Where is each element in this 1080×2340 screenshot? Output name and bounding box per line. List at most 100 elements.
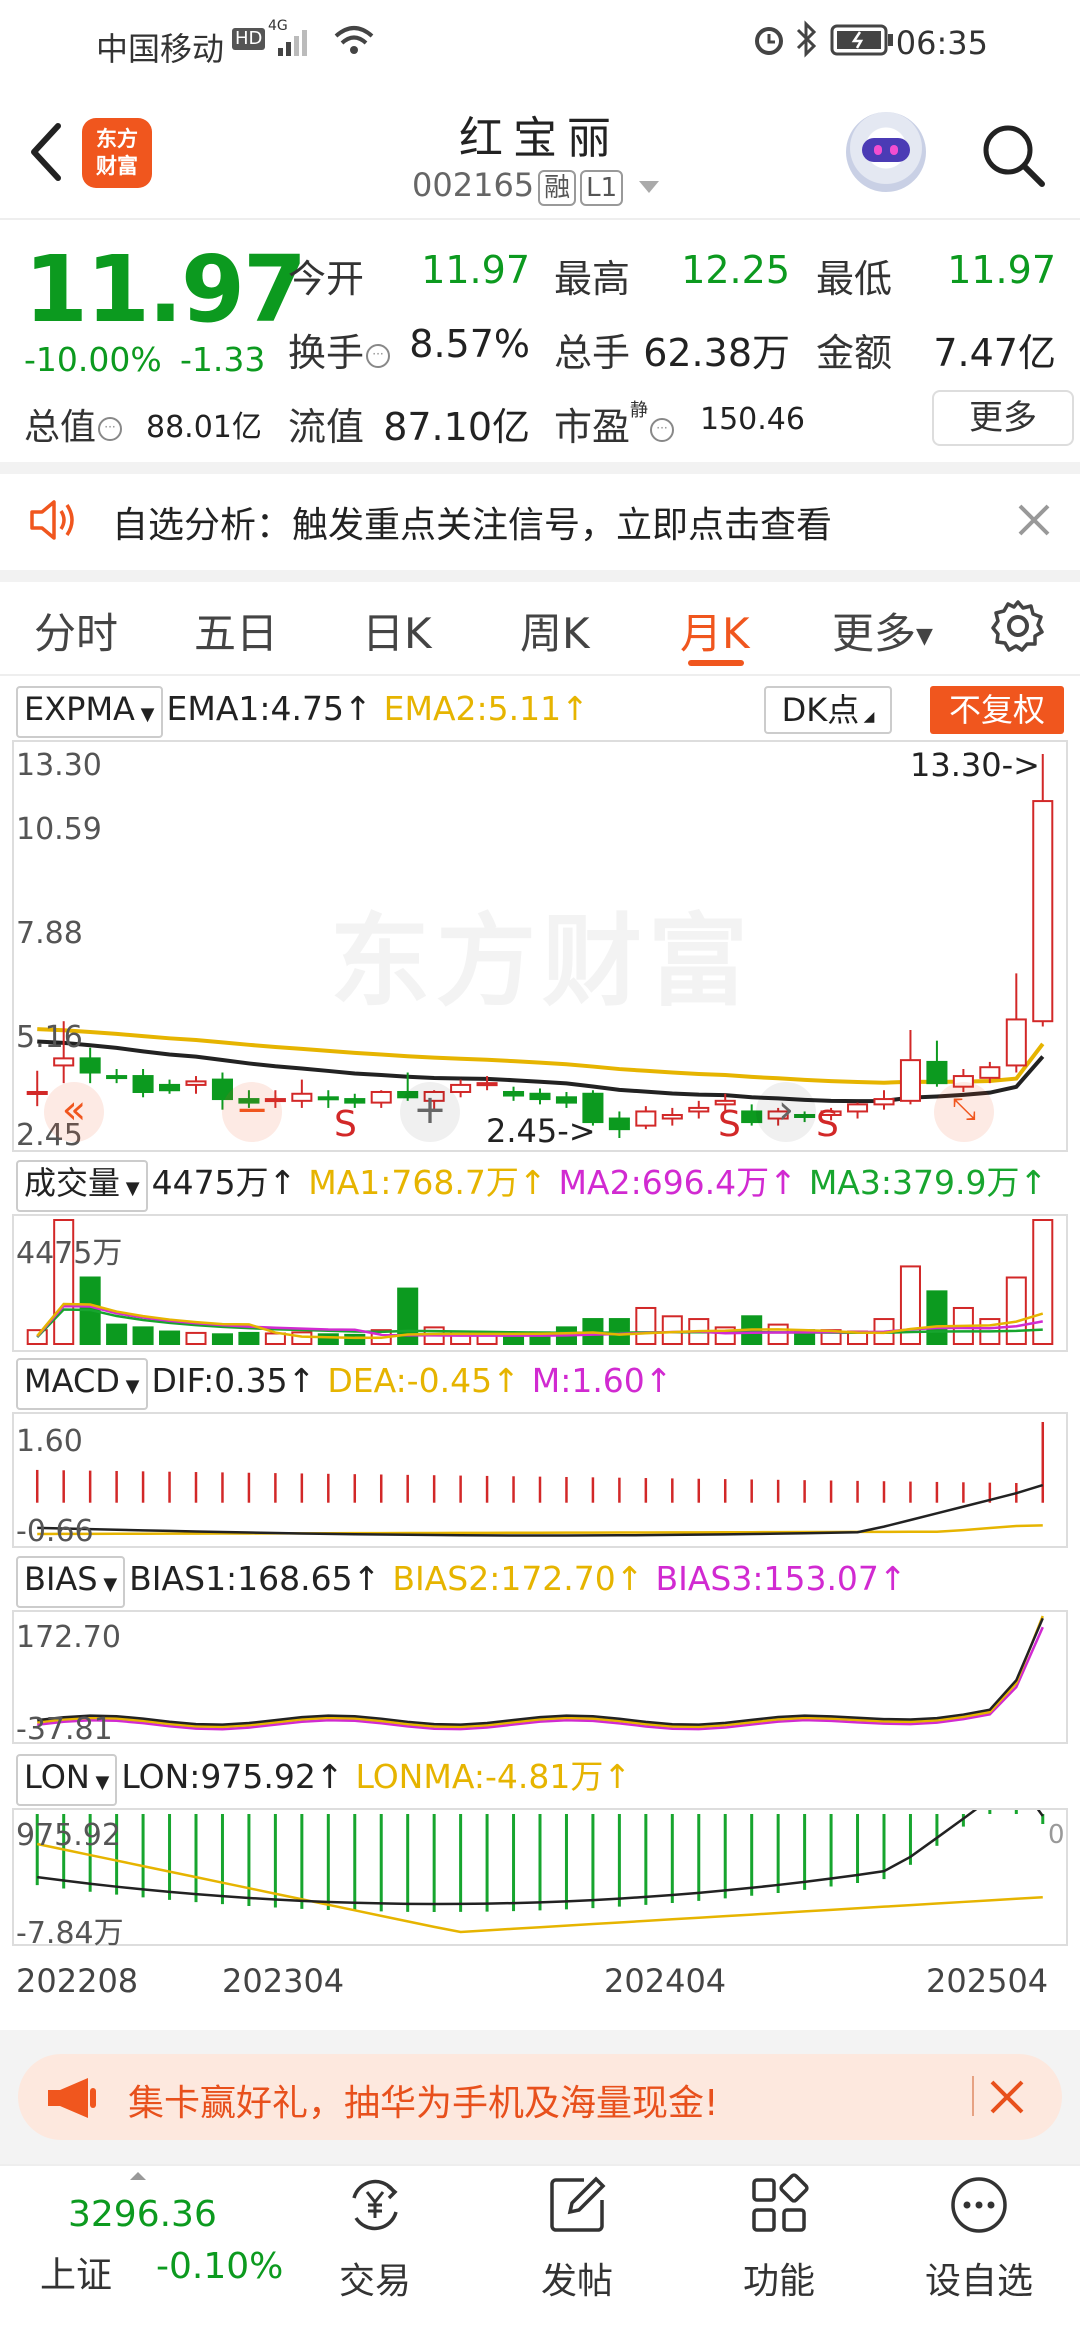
candle-body [926,1060,948,1085]
fullscreen-icon[interactable]: ⤡ [934,1082,994,1142]
scroll-left-icon[interactable]: « [44,1082,104,1142]
candle-body [476,1082,498,1087]
volume-bar [185,1331,207,1345]
float-value: 87.10亿 [383,405,530,449]
promo-text[interactable]: 集卡赢好礼，抽华为手机及海量现金! [128,2074,718,2126]
tab-intraday[interactable]: 分时 [34,600,118,661]
bias3-line [37,1626,1044,1731]
nav-functions[interactable]: 功能 [714,2172,844,2322]
volume-bar [106,1323,128,1346]
bias3-value: BIAS3:153.07↑ [655,1559,907,1598]
float-label: 流值 [288,405,365,449]
level-tag: L1 [580,170,624,206]
volume-bar [1005,1276,1027,1345]
bias1-value: BIAS1:168.65↑ [129,1559,381,1598]
index-name[interactable]: 上证 [40,2246,112,2298]
volume-label: 总手 [554,331,631,375]
y-label-max: 13.30 [16,748,102,783]
info-dots-icon[interactable]: ··· [366,343,391,368]
amount-label: 金额 [816,331,893,375]
more-quote-button[interactable]: 更多 [932,390,1074,446]
nav-label: 功能 [742,2261,815,2302]
close-icon[interactable] [1012,498,1056,542]
notice-banner[interactable]: 自选分析：触发重点关注信号，立即点击查看 [112,496,832,548]
sell-signal: S [718,1104,741,1145]
kline-chart[interactable] [14,742,1066,1150]
sell-signal: S [334,1104,357,1145]
indicator-selector-volume[interactable]: 成交量 ▼ [16,1160,148,1212]
x-tick-label: 202208 [16,1962,139,2000]
alarm-icon [755,27,783,55]
zoom-out-icon[interactable]: − [222,1082,282,1142]
stock-code-row[interactable]: 002165 融 L1 [412,166,660,206]
carrier-name: 中国移动 [96,30,225,68]
speaker-icon [30,500,74,540]
x-tick-label: 202504 [926,1962,1049,2000]
volume-bar [132,1326,154,1345]
indicator-selector-lon[interactable]: LON ▼ [16,1754,118,1806]
y-label-2: 10.59 [16,812,102,847]
nav-post[interactable]: 发帖 [512,2172,642,2322]
high-value: 12.25 [681,248,790,292]
lon-value: LON:975.92↑ [121,1757,344,1796]
candle-body [450,1083,472,1093]
gear-icon[interactable] [990,598,1046,654]
sell-signal: S [816,1104,839,1145]
lon-chart[interactable] [14,1810,1066,1944]
indicator-selector-bias[interactable]: BIAS ▼ [16,1556,126,1608]
tab-weekly-k[interactable]: 周K [520,600,590,661]
yuan-exchange-icon [352,2179,398,2231]
volume-bar [211,1333,233,1345]
assistant-robot-icon[interactable] [846,112,926,192]
bias-chart[interactable] [14,1612,1066,1742]
vol-ma1-value: MA1:768.7万↑ [308,1163,547,1202]
vol-ma2-value: MA2:696.4万↑ [558,1163,797,1202]
scroll-right-icon[interactable]: › [756,1082,816,1142]
x-tick-label: 202404 [604,1962,727,2000]
index-change[interactable]: -0.10% [156,2246,283,2287]
max-price-marker: 13.30-> [910,746,1040,784]
volume-bar [264,1332,286,1345]
candle-body [847,1103,869,1113]
wifi-icon [334,26,374,54]
lon-y-top: 975.92 [16,1818,121,1853]
close-icon[interactable] [984,2074,1030,2120]
nav-add-watchlist[interactable]: 设自选 [914,2172,1044,2322]
volume-bar [317,1333,339,1345]
volume-bar [26,1329,48,1345]
tab-more[interactable]: 更多▼ [832,600,933,661]
lon-y-bottom: -7.84万 [16,1916,124,1951]
info-dots-icon[interactable]: ··· [98,417,123,441]
candle-body [53,1057,75,1067]
tab-monthly-k[interactable]: 月K [680,600,750,661]
volume-bar [661,1315,683,1346]
macd-chart[interactable] [14,1414,1066,1546]
bias2-value: BIAS2:172.70↑ [392,1559,644,1598]
zoom-in-icon[interactable]: + [400,1082,460,1142]
dk-point-button[interactable]: DK点 ◢ [764,686,892,734]
tab-five-day[interactable]: 五日 [194,600,278,661]
indicator-selector-macd[interactable]: MACD ▼ [16,1358,148,1410]
nav-label: 发帖 [540,2261,613,2302]
high-label: 最高 [554,257,631,301]
index-value[interactable]: 3296.36 [68,2194,217,2235]
min-price-marker: 2.45-> [486,1112,596,1150]
lon-header: LON ▼ LON:975.92↑ LONMA:-4.81万↑ [16,1754,643,1806]
volume-bar [291,1331,313,1346]
nav-trade[interactable]: 交易 [310,2172,440,2322]
volume-bar [344,1333,366,1345]
dea-value: DEA:-0.45↑ [327,1361,520,1400]
indicator-selector-expma[interactable]: EXPMA ▼ [16,686,163,738]
tab-daily-k[interactable]: 日K [362,600,432,661]
vol-ma3-value: MA3:379.9万↑ [808,1163,1048,1202]
volume-chart[interactable] [14,1216,1066,1350]
volume-y-label: 4475万 [16,1236,123,1271]
candle-body [132,1075,154,1093]
search-icon[interactable] [978,120,1048,190]
macd-m-value: M:1.60↑ [531,1361,673,1400]
volume-value: 62.38万 [643,331,790,375]
megaphone-icon [48,2078,96,2118]
adjust-mode-button[interactable]: 不复权 [930,686,1064,734]
info-dots-icon[interactable]: ··· [650,417,675,442]
turnover-label: 换手 ··· [288,322,391,377]
